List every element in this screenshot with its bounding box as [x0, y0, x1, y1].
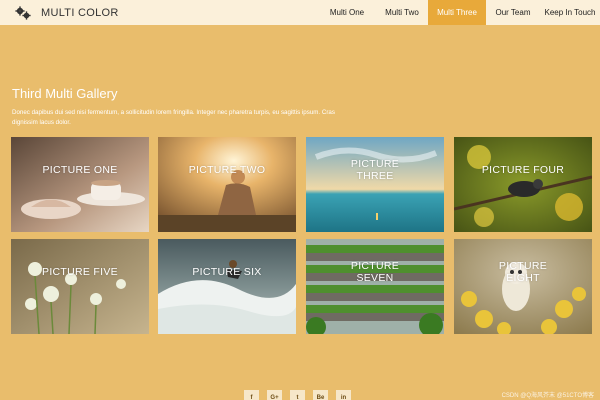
bird-on-branch-photo: [454, 137, 592, 232]
gallery-caption: PICTURE SIX: [192, 266, 262, 278]
twitter-icon[interactable]: t: [290, 390, 305, 400]
green-building-photo: [306, 239, 444, 334]
section-description: Donec dapibus dui sed nisi fermentum, a …: [12, 109, 335, 126]
gallery-item-picture-two[interactable]: PICTURE TWO: [158, 137, 296, 232]
brand-name: MULTI COLOR: [41, 6, 119, 19]
nav-label: Multi Two: [385, 8, 419, 17]
gallery-caption: PICTURE FIVE: [42, 266, 118, 278]
gallery-caption: PICTURE SEVEN: [306, 260, 444, 284]
behance-icon[interactable]: Be: [313, 390, 328, 400]
gallery-caption: PICTURE EIGHT: [454, 260, 592, 284]
watermark: CSDN @Q海风芥末 @51CTO博客: [501, 393, 594, 399]
gallery-caption-line: PICTURE: [350, 158, 400, 170]
nav-item-our-team[interactable]: Our Team: [486, 0, 540, 25]
ocean-sky-photo: [306, 137, 444, 232]
gallery-caption-line: PICTURE: [498, 260, 548, 272]
top-navbar: MULTI COLOR Multi One Multi Two Multi Th…: [0, 0, 600, 25]
gallery-item-picture-one[interactable]: PICTURE ONE: [11, 137, 149, 232]
gallery-caption-line: THREE: [356, 170, 394, 182]
gallery-caption-line: PICTURE: [350, 260, 400, 272]
gallery-caption-line: SEVEN: [356, 272, 394, 284]
gallery-item-picture-five[interactable]: PICTURE FIVE: [11, 239, 149, 334]
surfer-wave-photo: [158, 239, 296, 334]
gallery-caption-line: EIGHT: [506, 272, 540, 284]
nav-item-keep-in-touch[interactable]: Keep In Touch: [540, 0, 600, 25]
gallery-caption: PICTURE TWO: [188, 164, 266, 176]
linkedin-icon[interactable]: in: [336, 390, 351, 400]
white-flowers-photo: [11, 239, 149, 334]
nav-item-multi-two[interactable]: Multi Two: [376, 0, 428, 25]
gallery-item-picture-seven[interactable]: PICTURE SEVEN: [306, 239, 444, 334]
owl-flowers-photo: [454, 239, 592, 334]
nav-item-multi-three[interactable]: Multi Three: [428, 0, 486, 25]
google-plus-icon[interactable]: G+: [267, 390, 282, 400]
main-nav: Multi One Multi Two Multi Three Our Team…: [318, 0, 600, 25]
gallery-caption: PICTURE ONE: [42, 164, 118, 176]
brand[interactable]: MULTI COLOR: [15, 5, 119, 20]
gallery-caption: PICTURE THREE: [306, 158, 444, 182]
gallery-item-picture-four[interactable]: PICTURE FOUR: [454, 137, 592, 232]
nav-label: Keep In Touch: [544, 8, 596, 17]
nav-label: Our Team: [495, 8, 531, 17]
nav-label: Multi One: [329, 8, 365, 17]
gallery-item-picture-three[interactable]: PICTURE THREE: [306, 137, 444, 232]
nav-item-multi-one[interactable]: Multi One: [318, 0, 376, 25]
gallery-item-picture-eight[interactable]: PICTURE EIGHT: [454, 239, 592, 334]
facebook-icon[interactable]: f: [244, 390, 259, 400]
nav-label: Multi Three: [437, 8, 477, 17]
girl-sunset-photo: [158, 137, 296, 232]
section-title: Third Multi Gallery: [12, 86, 118, 101]
gallery-caption: PICTURE FOUR: [481, 164, 565, 176]
gallery-item-picture-six[interactable]: PICTURE SIX: [158, 239, 296, 334]
coffee-cup-photo: [11, 137, 149, 232]
gears-icon: [15, 5, 31, 20]
social-links: f G+ t Be in: [244, 390, 359, 400]
